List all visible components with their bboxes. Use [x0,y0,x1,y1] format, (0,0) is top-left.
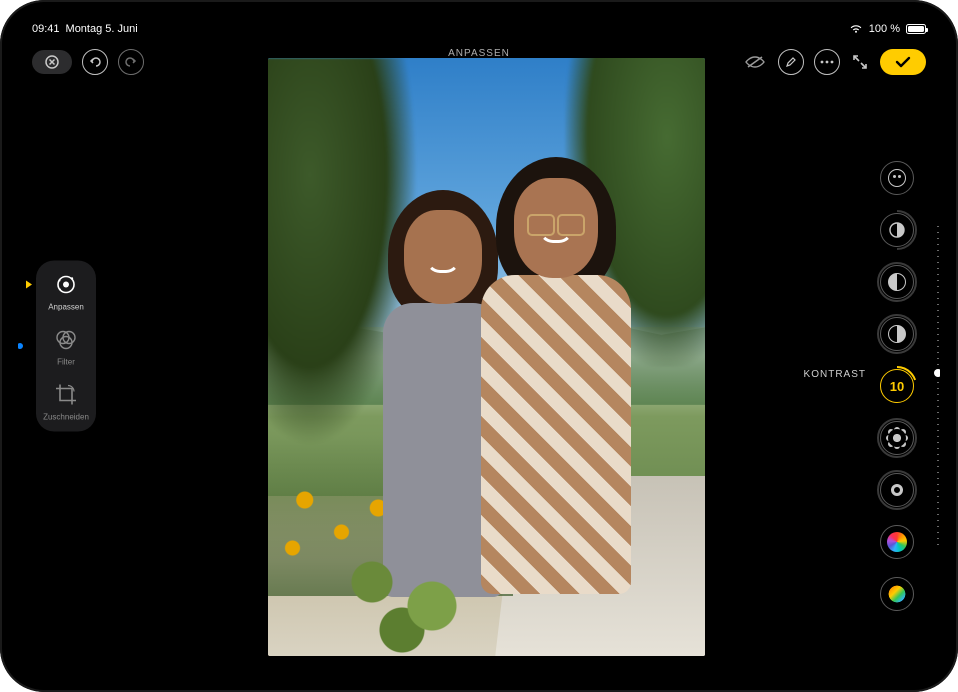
adjustment-rail: KONTRAST 10 [794,128,914,644]
redo-button[interactable] [118,49,144,75]
slider-thumb[interactable] [934,369,940,377]
tool-crop[interactable]: Zuschneiden [36,381,96,422]
battery-text: 100 % [869,23,900,35]
tool-adjust[interactable]: Anpassen [36,271,96,312]
adjust-highlights[interactable] [880,317,914,351]
more-button[interactable] [814,49,840,75]
adjust-slider[interactable] [932,226,940,546]
adjust-vibrance[interactable] [880,577,914,611]
status-time: 09:41 [32,23,60,35]
adjust-contrast-value: 10 [890,379,904,394]
status-bar: 09:41 Montag 5. Juni 100 % [18,18,940,40]
filters-icon [52,326,80,354]
adjust-blackpoint[interactable] [880,473,914,507]
visibility-toggle-icon[interactable] [742,49,768,75]
adjust-selected-label: KONTRAST [804,369,880,380]
tool-crop-label: Zuschneiden [43,413,89,422]
adjust-icon [52,271,80,299]
tool-filters-label: Filter [57,358,75,367]
edit-tools-dock: Anpassen Filter Zuschneiden [36,261,96,432]
done-button[interactable] [880,49,926,75]
adjust-exposure[interactable] [880,213,914,247]
wifi-icon [849,24,863,34]
adjust-auto[interactable] [880,161,914,195]
home-indicator-dot [18,343,23,349]
battery-icon [906,24,926,34]
adjust-brilliance[interactable] [880,265,914,299]
adjust-saturation[interactable] [880,525,914,559]
crop-icon [52,381,80,409]
adjust-brightness[interactable] [880,421,914,455]
fullscreen-button[interactable] [850,52,870,72]
status-date: Montag 5. Juni [66,23,138,35]
photo-content [268,58,705,656]
tool-filters[interactable]: Filter [36,326,96,367]
tool-adjust-label: Anpassen [48,303,84,312]
adjust-contrast[interactable]: 10 [880,369,914,403]
cancel-button[interactable] [32,50,72,74]
photo-canvas[interactable] [268,58,705,656]
undo-button[interactable] [82,49,108,75]
markup-button[interactable] [778,49,804,75]
